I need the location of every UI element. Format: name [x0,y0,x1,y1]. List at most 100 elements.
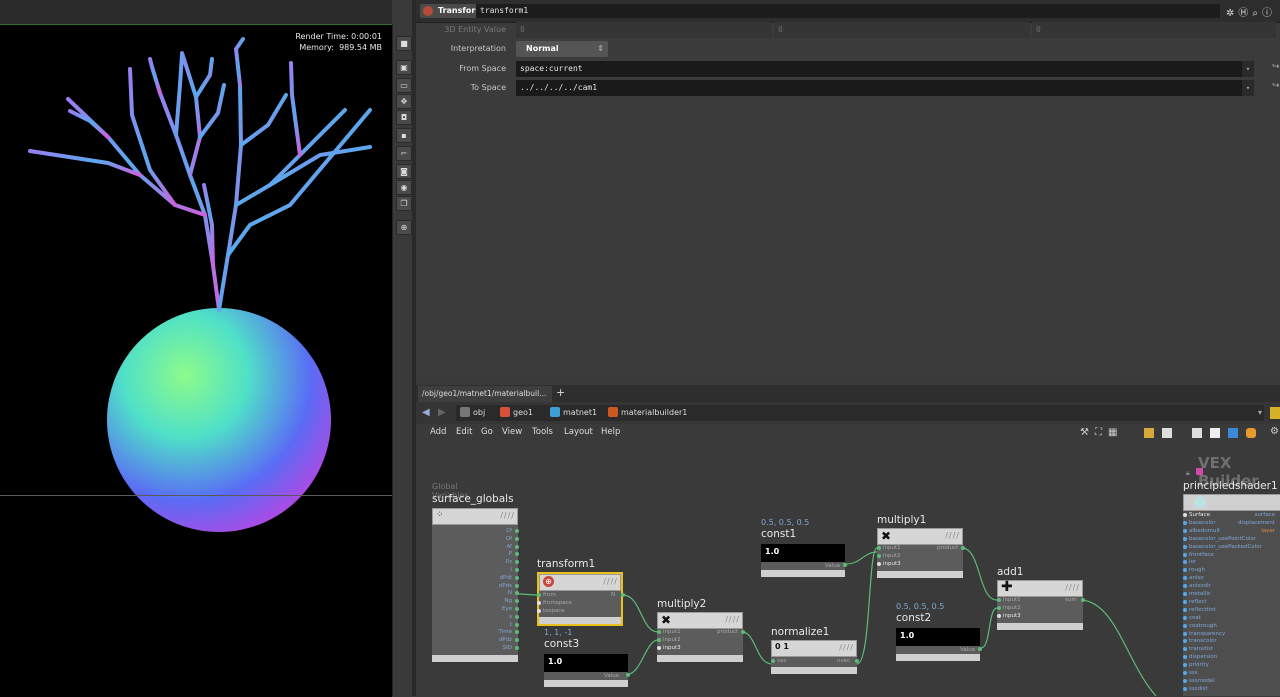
const-value-box[interactable]: 1.0 [896,628,980,646]
node-header[interactable]: ✚ //// [997,579,1083,597]
network-editor[interactable]: VEX Builder 🔒︎ Global Variables surface_… [416,442,1280,696]
output-dot[interactable] [741,630,745,634]
input-dot[interactable] [1183,552,1187,557]
output-dot[interactable] [1081,598,1085,602]
node-header[interactable]: ⊕ //// [539,574,621,591]
input-dot[interactable] [997,606,1001,610]
from-space-field[interactable]: space:current ▾ [516,61,1254,77]
input-dot[interactable] [1183,592,1187,596]
output-dot[interactable] [515,583,519,588]
output-dot[interactable] [515,544,519,549]
input-dot[interactable] [657,646,661,650]
search-icon[interactable]: ⌕ [1252,8,1262,19]
menu-tools[interactable]: Tools [532,427,553,437]
help-icon[interactable]: Ⓗ [1238,8,1252,19]
input-dot[interactable] [1183,631,1187,636]
menu-add[interactable]: Add [430,427,446,437]
input-dot[interactable] [1183,536,1187,541]
menu-layout[interactable]: Layout [564,427,593,437]
track-icon[interactable]: ◙ [396,164,412,179]
grid-icon[interactable] [1144,428,1154,438]
output-dot[interactable] [621,593,625,597]
input-dot[interactable] [771,659,775,663]
camera-icon[interactable]: ▭ [396,78,412,93]
copy-icon[interactable]: ❐ [396,196,412,211]
menu-edit[interactable]: Edit [456,427,472,437]
node-header[interactable]: ⁘ //// [432,508,518,525]
output-dot[interactable] [515,646,519,650]
sticky-icon[interactable] [1210,428,1220,438]
node-header[interactable]: ✖ //// [657,612,743,629]
output-dot[interactable] [515,614,519,619]
lock-icon[interactable]: 🔒︎ [1186,469,1190,478]
link-icon[interactable]: ↪ [1272,62,1280,72]
input-dot[interactable] [537,609,541,613]
input-dot[interactable] [1183,671,1187,675]
crop-icon[interactable]: ⌐ [396,146,412,161]
output-dot[interactable] [978,647,982,651]
input-dot[interactable] [877,562,881,566]
const-value-box[interactable]: 1.0 [761,544,845,562]
network-tab[interactable]: /obj/geo1/matnet1/materialbuil... [418,386,552,402]
node-name-field[interactable]: transform1 [476,4,1220,18]
network-tool-icons[interactable]: ⚒⛶▦ [1080,427,1123,438]
preview-icon[interactable]: ◉ [396,180,412,195]
node-header[interactable]: ✖ //// [877,528,963,545]
node-header[interactable] [1183,494,1280,511]
breadcrumb-obj[interactable]: obj [460,405,485,421]
output-dot[interactable] [515,607,519,611]
chevron-down-icon[interactable]: ▾ [1242,80,1254,96]
node-header[interactable]: 0 1 //// [771,640,857,657]
input-dot[interactable] [997,614,1001,618]
pin-icon[interactable] [1270,407,1280,419]
input-dot[interactable] [537,593,541,597]
output-dot[interactable] [961,546,965,550]
input-dot[interactable] [657,630,661,634]
snapshot-icon[interactable]: ■ [396,36,412,51]
input-dot[interactable] [1183,607,1187,612]
chevron-down-icon[interactable]: ▾ [1242,61,1254,77]
note-icon[interactable] [1192,428,1202,438]
output-dot[interactable] [515,575,519,580]
region-icon[interactable]: ◘ [396,110,412,125]
output-dot[interactable] [843,563,847,567]
input-dot[interactable] [1183,686,1187,691]
input-dot[interactable] [877,554,881,558]
gear-icon[interactable]: ✲ [1226,8,1238,19]
output-dot[interactable] [515,622,519,627]
input-dot[interactable] [877,546,881,550]
output-dot[interactable] [515,568,519,572]
zoom-icon[interactable]: ⊕ [396,220,412,235]
input-dot[interactable] [1183,678,1187,683]
pan-icon[interactable]: ✥ [396,94,412,109]
input-dot[interactable] [1183,520,1187,525]
link-icon[interactable]: ↪ [1272,81,1280,91]
input-dot[interactable] [657,638,661,642]
forward-arrow-icon[interactable]: ▶ [438,407,446,418]
breadcrumb-materialbuilder1[interactable]: materialbuilder1 [608,405,687,421]
image-icon[interactable] [1228,428,1238,438]
output-dot[interactable] [626,673,630,677]
input-dot[interactable] [1183,528,1187,533]
scene-viewport[interactable]: Render Time: 0:00:01 Memory: 989.54 MB [0,24,392,697]
chevron-down-icon[interactable]: ▾ [1258,408,1262,417]
input-dot[interactable] [537,601,541,605]
const-value-box[interactable]: 1.0 [544,654,628,672]
display-icon[interactable]: ▣ [396,60,412,75]
input-dot[interactable] [997,598,1001,602]
breadcrumb-geo1[interactable]: geo1 [500,405,533,421]
output-dot[interactable] [855,659,859,663]
breadcrumb-matnet1[interactable]: matnet1 [550,405,597,421]
add-tab-icon[interactable]: + [556,386,565,400]
palette-icon[interactable] [1246,428,1256,438]
menu-help[interactable]: Help [601,427,620,437]
menu-view[interactable]: View [502,427,522,437]
menu-go[interactable]: Go [481,427,493,437]
to-space-field[interactable]: ../../../../cam1 ▾ [516,80,1254,96]
back-arrow-icon[interactable]: ◀ [422,407,430,418]
input-dot[interactable] [1183,513,1187,517]
layout-icon[interactable] [1162,428,1172,438]
input-dot[interactable] [1183,544,1187,549]
output-dot[interactable] [515,536,519,541]
input-dot[interactable] [1183,623,1187,628]
